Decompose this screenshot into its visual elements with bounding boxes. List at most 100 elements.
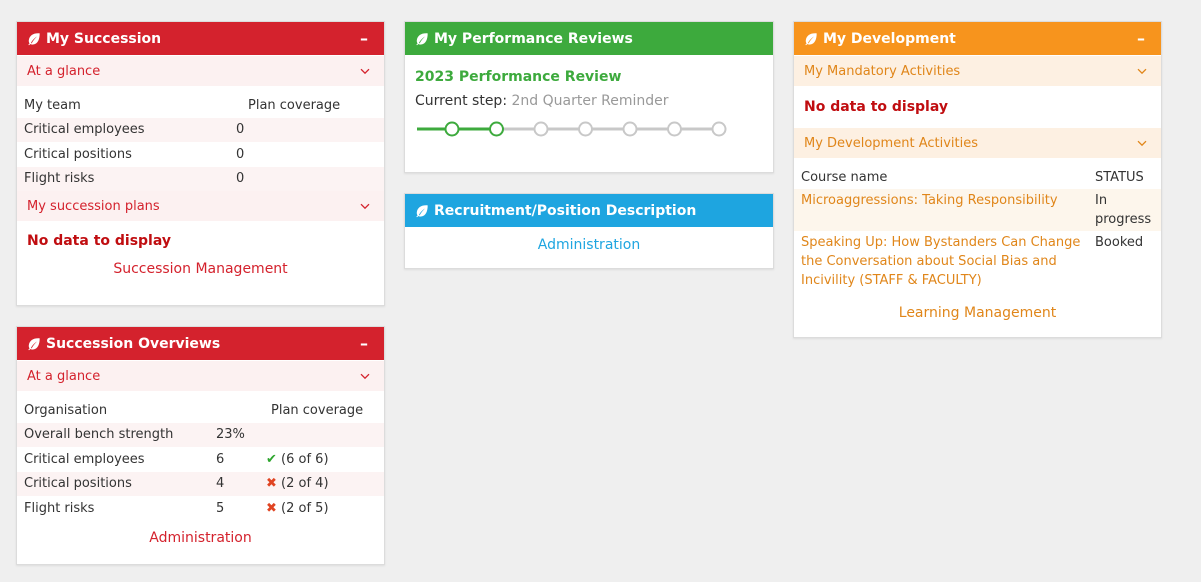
chevron-down-icon xyxy=(1137,68,1147,75)
row-value: 5 xyxy=(216,500,225,516)
leaf-icon xyxy=(804,32,818,46)
progress-step-node xyxy=(444,121,460,137)
cross-icon: ✖ xyxy=(266,500,277,516)
chevron-down-icon xyxy=(360,373,370,380)
section-label: My Mandatory Activities xyxy=(804,63,961,79)
cross-icon: ✖ xyxy=(266,476,277,492)
row-label: Flight risks xyxy=(24,500,95,516)
coverage-value: (6 of 6) xyxy=(281,451,329,467)
mandatory-activities-toggle[interactable]: My Mandatory Activities xyxy=(794,56,1161,86)
administration-link[interactable]: Administration xyxy=(405,237,773,253)
leaf-icon xyxy=(415,204,429,218)
row-value: 23% xyxy=(209,422,259,447)
leaf-icon xyxy=(27,32,41,46)
recruitment-header: Recruitment/Position Description xyxy=(405,194,773,227)
learning-management-link[interactable]: Learning Management xyxy=(794,305,1161,321)
row-label: Critical employees xyxy=(17,117,236,142)
row-value: 0 xyxy=(236,117,263,142)
section-label: My succession plans xyxy=(27,198,160,214)
coverage-value: (2 of 5) xyxy=(281,500,329,516)
widget-title: Succession Overviews xyxy=(46,335,221,352)
table-row: Critical employees 0 xyxy=(17,117,384,142)
chevron-down-icon xyxy=(360,203,370,210)
step-value: 2nd Quarter Reminder xyxy=(511,93,669,109)
administration-link[interactable]: Administration xyxy=(17,530,384,546)
current-step: Current step: 2nd Quarter Reminder xyxy=(405,85,773,109)
chevron-down-icon xyxy=(1137,140,1147,147)
chevron-down-icon xyxy=(360,68,370,75)
leaf-icon xyxy=(415,32,429,46)
section-label: At a glance xyxy=(27,63,101,79)
coverage-cell: ✖ (2 of 5) xyxy=(259,496,384,521)
recruitment-widget: Recruitment/Position Description Adminis… xyxy=(404,193,774,269)
widget-title: My Succession xyxy=(46,30,162,47)
row-value: 0 xyxy=(236,146,245,162)
at-a-glance-toggle[interactable]: At a glance xyxy=(17,361,384,391)
team-summary-table: My team Plan coverage Critical employees… xyxy=(17,93,384,191)
minimize-icon[interactable]: – xyxy=(1133,29,1149,48)
no-data-message: No data to display xyxy=(27,233,171,249)
check-icon: ✔ xyxy=(266,451,277,467)
table-row: Flight risks 0 xyxy=(17,166,384,191)
course-status: Booked xyxy=(1095,235,1144,250)
development-activities-toggle[interactable]: My Development Activities xyxy=(794,128,1161,158)
development-courses-table: Course name STATUS Microaggressions: Tak… xyxy=(794,166,1161,292)
table-row: Flight risks 5 ✖ (2 of 5) xyxy=(17,496,384,521)
table-header-row: Organisation Plan coverage xyxy=(17,398,384,423)
widget-title: My Performance Reviews xyxy=(434,30,633,47)
my-development-header: My Development – xyxy=(794,22,1161,55)
course-link[interactable]: Speaking Up: How Bystanders Can Change t… xyxy=(801,235,1080,288)
column-header: Organisation xyxy=(24,402,108,418)
row-value: 0 xyxy=(236,166,263,191)
progress-step-node xyxy=(489,121,504,137)
row-label: Critical positions xyxy=(24,146,132,162)
course-link[interactable]: Microaggressions: Taking Responsibility xyxy=(801,193,1058,208)
progress-step-node xyxy=(533,121,549,137)
leaf-icon xyxy=(27,337,41,351)
step-label: Current step: xyxy=(415,93,508,109)
coverage-cell: ✔ (6 of 6) xyxy=(259,447,384,472)
table-row: Critical positions 4 ✖ (2 of 4) xyxy=(17,471,384,496)
my-development-widget: My Development – My Mandatory Activities… xyxy=(793,21,1162,338)
review-progress-track xyxy=(417,121,727,137)
coverage-cell: ✖ (2 of 4) xyxy=(259,471,384,496)
progress-step-node xyxy=(667,121,682,137)
table-row: Critical employees 6 ✔ (6 of 6) xyxy=(17,447,384,472)
column-header: STATUS xyxy=(1095,170,1144,185)
succession-management-link[interactable]: Succession Management xyxy=(17,261,384,277)
minimize-icon[interactable]: – xyxy=(356,334,372,353)
column-header: Course name xyxy=(801,170,888,185)
succession-overviews-header: Succession Overviews – xyxy=(17,327,384,360)
widget-title: Recruitment/Position Description xyxy=(434,202,697,219)
progress-step-node xyxy=(711,121,727,137)
row-value: 4 xyxy=(209,471,259,496)
minimize-icon[interactable]: – xyxy=(356,29,372,48)
column-header: Plan coverage xyxy=(271,402,364,418)
performance-reviews-header: My Performance Reviews xyxy=(405,22,773,55)
my-succession-widget: My Succession – At a glance My team Plan… xyxy=(16,21,385,306)
succession-plans-toggle[interactable]: My succession plans xyxy=(17,191,384,221)
table-row: Critical positions 0 xyxy=(17,142,384,167)
section-label: At a glance xyxy=(27,368,101,384)
performance-reviews-widget: My Performance Reviews 2023 Performance … xyxy=(404,21,774,173)
column-header: Plan coverage xyxy=(248,97,341,113)
column-header: My team xyxy=(24,97,81,113)
progress-step-node xyxy=(578,121,593,137)
section-label: My Development Activities xyxy=(804,135,978,151)
table-header-row: My team Plan coverage xyxy=(17,93,384,118)
table-row: Overall bench strength 23% xyxy=(17,422,384,447)
table-row: Microaggressions: Taking Responsibility … xyxy=(794,189,1161,231)
coverage-value: (2 of 4) xyxy=(281,476,329,492)
table-row: Speaking Up: How Bystanders Can Change t… xyxy=(794,231,1161,292)
organisation-summary-table: Organisation Plan coverage Overall bench… xyxy=(17,398,384,521)
at-a-glance-toggle[interactable]: At a glance xyxy=(17,56,384,86)
widget-title: My Development xyxy=(823,30,956,47)
succession-overviews-widget: Succession Overviews – At a glance Organ… xyxy=(16,326,385,565)
row-label: Flight risks xyxy=(17,166,236,191)
row-label: Critical employees xyxy=(24,451,145,467)
course-status: In progress xyxy=(1088,189,1161,231)
review-name-link[interactable]: 2023 Performance Review xyxy=(405,55,773,85)
no-data-message: No data to display xyxy=(804,99,948,115)
progress-step-node xyxy=(622,121,638,137)
row-label: Overall bench strength xyxy=(17,422,209,447)
